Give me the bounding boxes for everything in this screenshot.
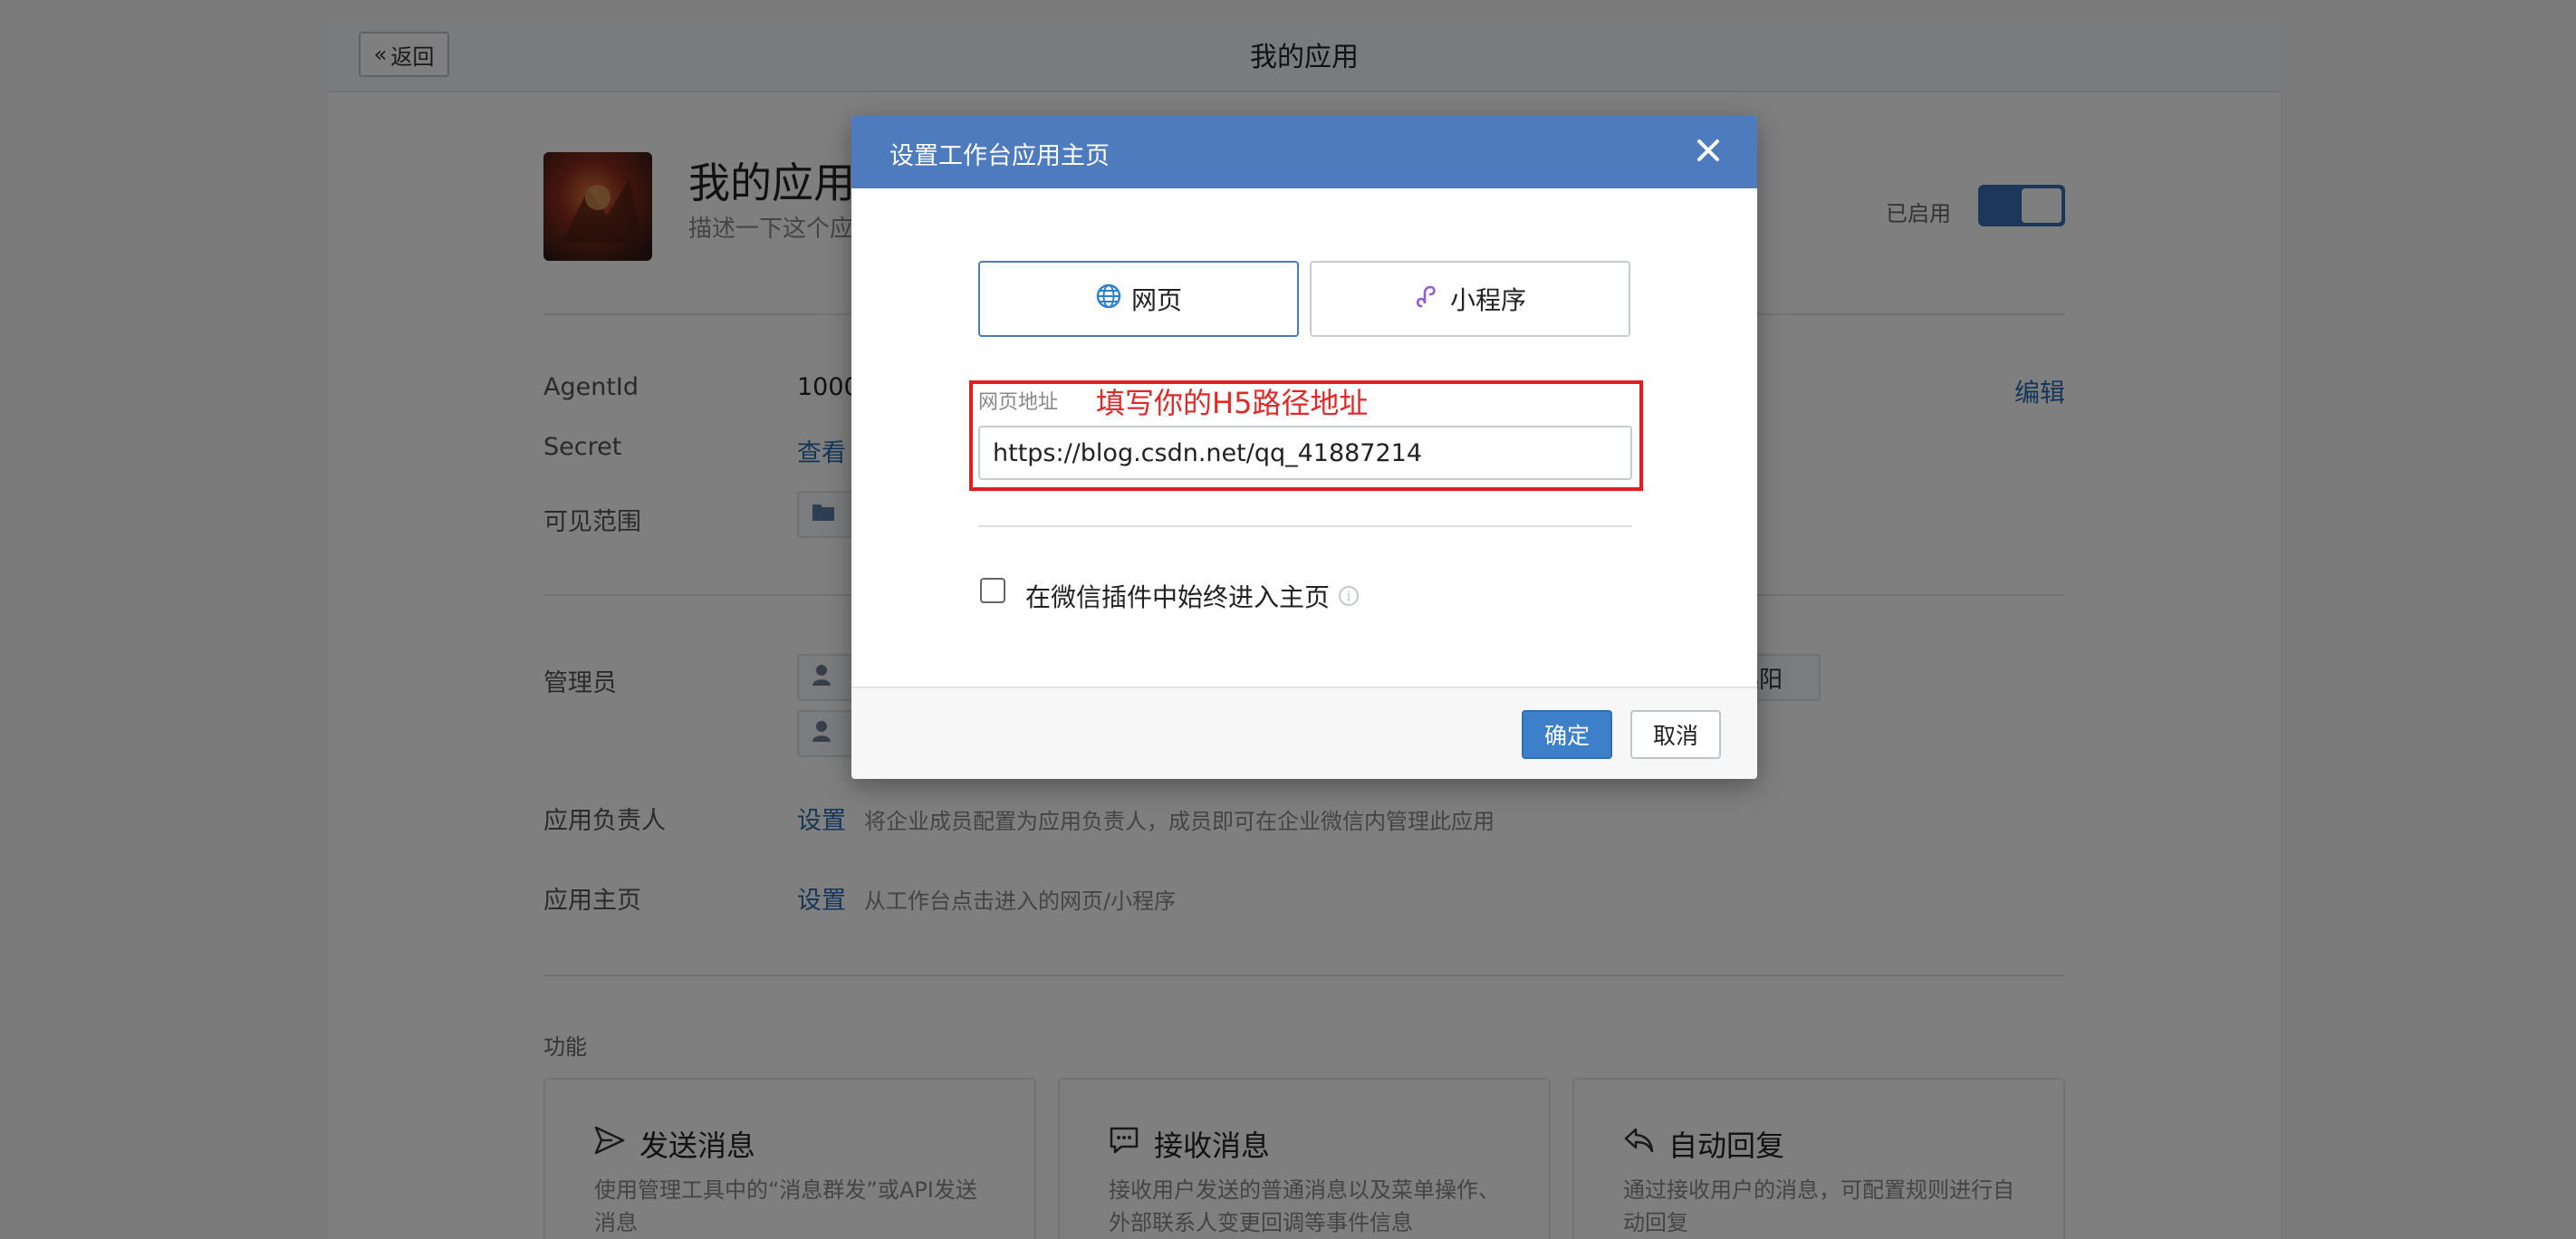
tab-miniprogram[interactable]: 小程序 xyxy=(1310,261,1630,337)
miniprogram-icon xyxy=(1414,283,1441,316)
always-open-homepage-checkbox[interactable] xyxy=(980,578,1005,603)
dialog-divider xyxy=(978,525,1632,527)
homepage-settings-dialog: 设置工作台应用主页 网页 小程序 网页地址 填写你的H5路径地址 在微信插件中始… xyxy=(851,116,1757,779)
dialog-header: 设置工作台应用主页 xyxy=(851,116,1757,188)
tab-label: 小程序 xyxy=(1449,285,1526,315)
close-button[interactable] xyxy=(1688,132,1728,172)
url-input[interactable] xyxy=(978,426,1632,480)
dialog-footer: 确定 取消 xyxy=(851,687,1757,779)
annotation-note: 填写你的H5路径地址 xyxy=(1096,386,1369,420)
cancel-button[interactable]: 取消 xyxy=(1630,710,1721,759)
dialog-title: 设置工作台应用主页 xyxy=(889,142,1110,170)
tab-label: 网页 xyxy=(1130,285,1182,315)
checkbox-label: 在微信插件中始终进入主页 xyxy=(1025,582,1331,612)
url-field-label: 网页地址 xyxy=(978,391,1059,414)
info-icon[interactable]: i xyxy=(1339,586,1360,606)
globe-icon xyxy=(1095,283,1122,316)
close-icon xyxy=(1697,139,1720,166)
confirm-button[interactable]: 确定 xyxy=(1522,710,1612,759)
tab-webpage[interactable]: 网页 xyxy=(978,261,1299,337)
